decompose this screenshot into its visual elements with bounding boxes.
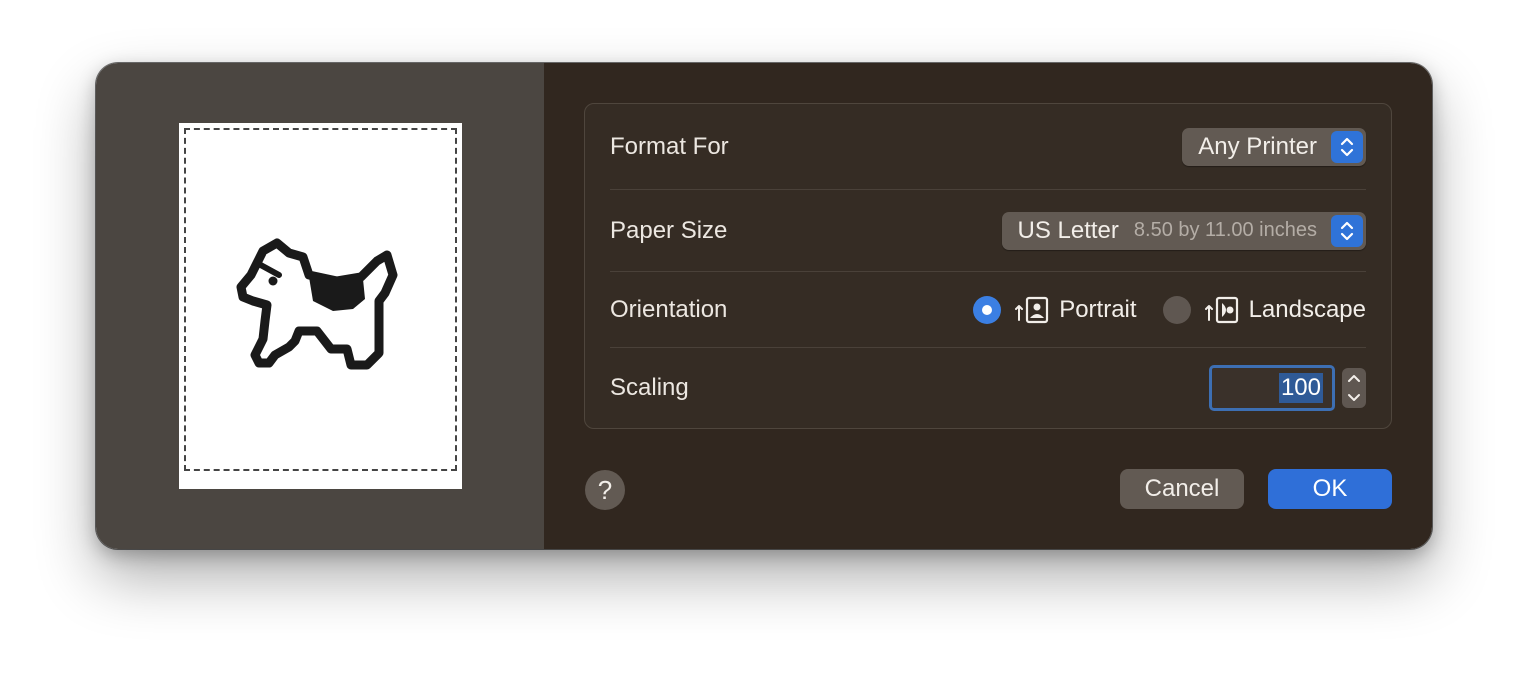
orientation-row: Orientation Portrait Landscape <box>610 272 1366 348</box>
paper-preview <box>179 123 462 489</box>
popup-chevrons-icon <box>1331 130 1363 163</box>
format-for-popup[interactable]: Any Printer <box>1182 127 1366 166</box>
ok-button[interactable]: OK <box>1268 469 1392 509</box>
page-setup-dialog: Format For Any Printer Paper Size US Let… <box>96 63 1432 549</box>
format-for-label: Format For <box>610 132 729 160</box>
cancel-button[interactable]: Cancel <box>1120 469 1244 509</box>
scaling-input[interactable]: 100 <box>1209 365 1335 411</box>
stepper-down-icon[interactable] <box>1347 393 1361 403</box>
scaling-control: 100 <box>1209 365 1366 411</box>
paper-size-row: Paper Size US Letter 8.50 by 11.00 inche… <box>610 190 1366 272</box>
paper-preview-pane <box>96 63 544 549</box>
format-for-row: Format For Any Printer <box>610 104 1366 190</box>
scaling-label: Scaling <box>610 374 689 401</box>
stepper-up-icon[interactable] <box>1347 373 1361 383</box>
paper-size-value: US Letter <box>1017 216 1119 244</box>
portrait-orientation-icon <box>1015 296 1049 323</box>
landscape-label: Landscape <box>1248 295 1366 323</box>
scaling-value: 100 <box>1278 373 1323 403</box>
format-for-value: Any Printer <box>1198 132 1317 160</box>
popup-chevrons-icon <box>1331 214 1363 247</box>
paper-size-label: Paper Size <box>610 216 728 244</box>
settings-group: Format For Any Printer Paper Size US Let… <box>584 103 1392 429</box>
settings-pane: Format For Any Printer Paper Size US Let… <box>544 63 1432 549</box>
orientation-portrait-option[interactable]: Portrait <box>973 295 1137 324</box>
orientation-options: Portrait Landscape <box>973 295 1366 324</box>
landscape-radio[interactable] <box>1162 295 1191 324</box>
portrait-radio[interactable] <box>973 295 1002 324</box>
help-button[interactable]: ? <box>585 470 625 510</box>
dogcow-icon <box>236 238 398 370</box>
orientation-landscape-option[interactable]: Landscape <box>1162 295 1366 324</box>
paper-size-popup[interactable]: US Letter 8.50 by 11.00 inches <box>1001 211 1366 250</box>
portrait-label: Portrait <box>1059 295 1137 323</box>
landscape-orientation-icon <box>1204 296 1238 323</box>
orientation-label: Orientation <box>610 295 728 323</box>
scaling-row: Scaling 100 <box>610 348 1366 428</box>
paper-size-detail: 8.50 by 11.00 inches <box>1133 219 1317 241</box>
scaling-stepper[interactable] <box>1342 368 1366 408</box>
